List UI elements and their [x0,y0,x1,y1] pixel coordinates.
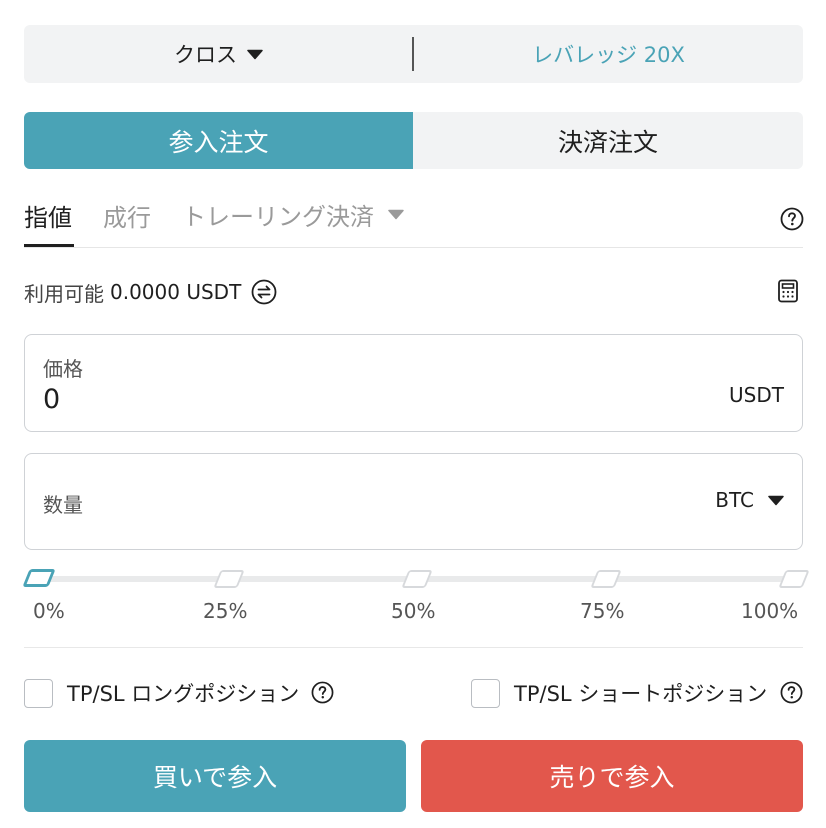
leverage-label: レバレッジ 20X [532,43,685,67]
question-circle-icon[interactable] [780,207,804,231]
quantity-label: 数量 [43,493,83,517]
transfer-icon[interactable] [251,279,277,305]
tpsl-long-checkbox[interactable] [24,679,53,708]
quantity-unit-label: BTC [715,488,754,512]
tab-market-order-label: 成行 [103,204,151,232]
available-balance: 利用可能 0.0000 USDT [24,277,277,307]
sell-open-button[interactable]: 売りで参入 [421,740,803,812]
tab-open-order[interactable]: 参入注文 [24,112,413,169]
quantity-field[interactable]: 数量 BTC [24,453,803,550]
question-circle-icon[interactable] [780,681,803,704]
caret-down-icon [247,49,263,59]
tab-trailing-stop-label: トレーリング決済 [182,202,374,231]
tab-limit-order-label: 指値 [24,204,72,232]
caret-down-icon [768,495,784,505]
slider-label-50: 50% [391,599,436,623]
tpsl-short-label[interactable]: TP/SL ショートポジション [514,678,767,708]
tab-limit-order[interactable]: 指値 [24,198,72,232]
calculator-icon[interactable] [777,279,799,303]
available-value: 0.0000 USDT [110,280,242,304]
slider-thumb[interactable] [22,569,56,587]
buy-open-button[interactable]: 買いで参入 [24,740,406,812]
tab-close-order[interactable]: 決済注文 [413,112,803,169]
divider [24,647,803,648]
slider-mark-75[interactable] [590,570,622,588]
price-label: 価格 [43,357,83,381]
question-circle-icon[interactable] [311,681,334,704]
price-field[interactable]: 価格 USDT [24,334,803,432]
divider [24,247,803,248]
slider-mark-50[interactable] [401,570,433,588]
slider-label-0: 0% [33,599,65,623]
slider-label-100: 100% [741,599,799,623]
margin-mode-label: クロス [174,43,237,67]
caret-down-icon [388,209,404,219]
available-label: 利用可能 [24,281,104,306]
margin-mode-select[interactable]: クロス [24,25,413,83]
tpsl-long-label[interactable]: TP/SL ロングポジション [67,678,299,708]
tab-market-order[interactable]: 成行 [103,198,151,232]
slider-mark-25[interactable] [213,570,245,588]
price-unit: USDT [729,383,784,407]
order-side-tabs: 参入注文 決済注文 [24,112,803,169]
tpsl-short-checkbox[interactable] [471,679,500,708]
tab-open-order-label: 参入注文 [168,127,269,157]
tab-close-order-label: 決済注文 [557,127,658,157]
slider-label-75: 75% [580,599,625,623]
slider-label-25: 25% [203,599,248,623]
leverage-button[interactable]: レバレッジ 20X [414,25,803,83]
slider-mark-100[interactable] [778,570,810,588]
tab-trailing-stop[interactable]: トレーリング決済 [182,198,404,231]
quantity-input[interactable] [125,482,605,522]
price-input[interactable] [43,381,643,417]
quantity-unit-select[interactable]: BTC [715,488,784,512]
margin-leverage-bar: クロス レバレッジ 20X [24,25,803,83]
